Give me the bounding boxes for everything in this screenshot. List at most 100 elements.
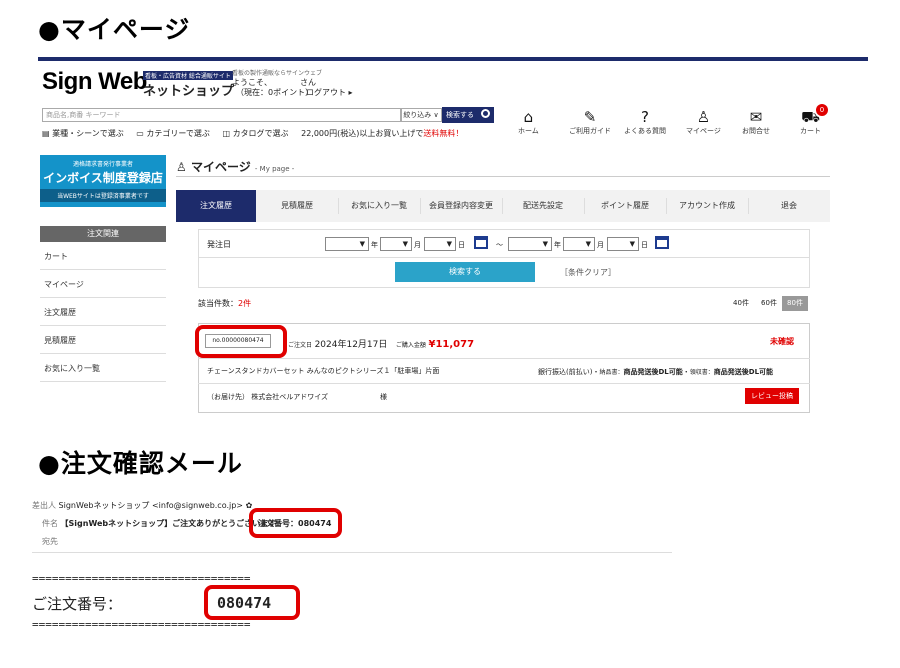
- user-icon: ♙: [696, 108, 711, 126]
- sidebar-item-favorites[interactable]: お気に入り一覧: [40, 356, 166, 382]
- page-title: ♙ マイページ - My page -: [176, 158, 294, 175]
- book-icon: ◫: [222, 129, 231, 138]
- logo-badge: 看板・広告資材 総合通販サイト: [143, 71, 233, 80]
- email-divider-top: =================================: [32, 572, 251, 585]
- shipping-note: 22,000円(税込)以上お買い上げで: [301, 129, 424, 138]
- email-order-no-label: ご注文番号：: [32, 595, 123, 613]
- order-item-name[interactable]: チェーンスタンドカバーセット みんなのピクトシリーズ１「駐車場」片面: [207, 366, 439, 376]
- invoice-banner[interactable]: 適格請求書発行事業者 インボイス制度登録店 当WEBサイトは登録済事業者です: [40, 155, 166, 207]
- page-title-sub: - My page -: [254, 165, 295, 173]
- tab-member-info[interactable]: 会員登録内容変更: [420, 190, 502, 222]
- invoice-status[interactable]: 商品発送後DL可能: [623, 368, 682, 376]
- receipt-status[interactable]: 商品発送後DL可能: [714, 368, 773, 376]
- sidebar-item-orders[interactable]: 注文履歴: [40, 300, 166, 326]
- payment-method: 銀行振込(前払い): [538, 368, 593, 376]
- tab-order-history[interactable]: 注文履歴: [176, 190, 256, 222]
- order-date-row: ご注文日 2024年12月17日 ご購入金額 ¥11,077: [288, 337, 474, 350]
- search-button[interactable]: 検索する: [442, 107, 494, 123]
- email-from: SignWebネットショップ <info@signweb.co.jp>: [58, 501, 244, 510]
- banner-line1: 適格請求書発行事業者: [72, 161, 133, 168]
- filter-row: [198, 229, 810, 258]
- filter-search-button[interactable]: 検索する: [395, 262, 535, 282]
- section-title-email: ●注文確認メール: [38, 449, 243, 478]
- result-count-value: 2件: [238, 299, 252, 308]
- tab-favorites[interactable]: お気に入り一覧: [338, 190, 420, 222]
- from-label: 差出人: [32, 501, 56, 510]
- per-page-60[interactable]: 60件: [756, 296, 782, 311]
- filter-clear-link[interactable]: ［条件クリア］: [560, 267, 616, 278]
- tagline: 看板の製作通販ならサインウェブ: [232, 70, 323, 77]
- from-month-select[interactable]: ▼: [380, 237, 412, 251]
- sidebar-item-mypage[interactable]: マイページ: [40, 272, 166, 298]
- section-title-mypage: ●マイページ: [38, 15, 191, 44]
- year-label: 年: [554, 241, 561, 249]
- search-button-label: 検索する: [446, 111, 474, 119]
- to-month-select[interactable]: ▼: [563, 237, 595, 251]
- link-catalog[interactable]: カタログで選ぶ: [233, 129, 289, 138]
- nav-label: よくある質問: [624, 127, 666, 135]
- review-button[interactable]: レビュー投稿: [745, 388, 799, 404]
- sidebar-item-cart[interactable]: カート: [40, 244, 166, 270]
- invoice-label: 納品書：: [599, 369, 624, 376]
- tab-withdraw[interactable]: 退会: [748, 190, 830, 222]
- nav-contact[interactable]: ✉ お問合せ: [742, 108, 770, 136]
- order-date-label: ご注文日: [288, 342, 313, 349]
- help-icon: ?: [641, 108, 649, 126]
- per-page-40[interactable]: 40件: [728, 296, 754, 311]
- nav-label: マイページ: [686, 127, 721, 135]
- order-amount-label: ご購入金額: [395, 342, 426, 349]
- page-title-text: マイページ: [190, 160, 251, 174]
- recipient-honorific: 様: [380, 393, 387, 401]
- nav-home[interactable]: ⌂ ホーム: [518, 108, 539, 136]
- search-input[interactable]: 商品名,商番 キーワード: [42, 108, 402, 122]
- per-page-80[interactable]: 80件: [782, 296, 808, 311]
- banner-line2: インボイス制度登録店: [43, 171, 163, 185]
- recipient-row: （お届け先） 株式会社ベルアドワイズ: [207, 392, 328, 402]
- highlight-email-subject-order: [249, 508, 342, 538]
- tab-points[interactable]: ポイント履歴: [584, 190, 666, 222]
- title-divider: [176, 176, 830, 177]
- nav-label: お問合せ: [742, 127, 770, 135]
- link-category[interactable]: カテゴリーで選ぶ: [146, 129, 210, 138]
- email-from-row: 差出人 SignWebネットショップ <info@signweb.co.jp> …: [32, 500, 252, 511]
- to-label: 宛先: [42, 537, 58, 546]
- to-day-select[interactable]: ▼: [607, 237, 639, 251]
- points-text: （現在：0ポイント）: [236, 88, 314, 97]
- tab-create-account[interactable]: アカウント作成: [666, 190, 748, 222]
- filter-dropdown[interactable]: 絞り込み ∨: [400, 108, 442, 122]
- sidebar-item-quotes[interactable]: 見積履歴: [40, 328, 166, 354]
- nav-mypage[interactable]: ♙ マイページ: [686, 108, 721, 136]
- order-divider: [198, 358, 810, 359]
- home-icon: ⌂: [523, 108, 534, 126]
- nav-label: ホーム: [518, 127, 539, 135]
- logout-link[interactable]: ログアウト ▸: [306, 87, 353, 98]
- nav-faq[interactable]: ? よくある質問: [624, 108, 666, 136]
- link-industry[interactable]: 業種・シーンで選ぶ: [52, 129, 124, 138]
- from-day-select[interactable]: ▼: [424, 237, 456, 251]
- sidebar-heading: 注文関連: [40, 226, 166, 242]
- grid-icon: ▤: [42, 129, 50, 138]
- order-date: 2024年12月17日: [314, 340, 388, 350]
- order-amount: ¥11,077: [428, 339, 475, 350]
- banner-line3: 当WEBサイトは登録済事業者です: [40, 189, 166, 202]
- site-logo[interactable]: Sign Web: [42, 68, 147, 96]
- to-year-select[interactable]: ▼: [508, 237, 552, 251]
- tab-quote-history[interactable]: 見積履歴: [256, 190, 338, 222]
- month-label: 月: [597, 241, 604, 249]
- user-icon: ♙: [176, 160, 187, 174]
- folder-icon: ▭: [136, 129, 144, 138]
- calendar-icon[interactable]: [655, 236, 669, 249]
- tab-shipping[interactable]: 配送先設定: [502, 190, 584, 222]
- month-label: 月: [414, 241, 421, 249]
- shipping-note-free: 送料無料！: [423, 129, 464, 138]
- recipient-label: （お届け先）: [207, 393, 249, 401]
- from-year-select[interactable]: ▼: [325, 237, 369, 251]
- email-subject-row: 件名 【SignWebネットショップ】ご注文ありがとうございます: [42, 518, 276, 529]
- guide-icon: ✎: [583, 108, 597, 126]
- range-separator: ～: [496, 241, 503, 249]
- calendar-icon[interactable]: [474, 236, 488, 249]
- highlight-order-number: [195, 325, 287, 358]
- nav-guide[interactable]: ✎ ご利用ガイド: [569, 108, 611, 136]
- subject-label: 件名: [42, 519, 58, 528]
- year-label: 年: [371, 241, 378, 249]
